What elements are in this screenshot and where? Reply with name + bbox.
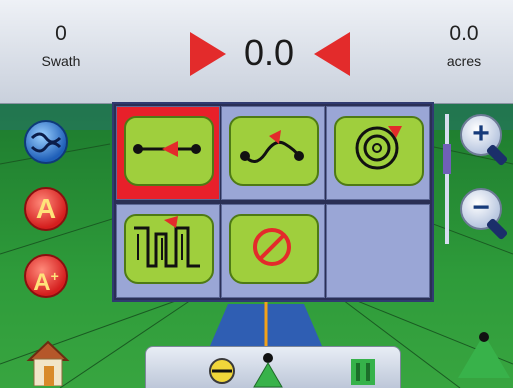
guidance-mode-circle-pivot[interactable] <box>326 106 430 200</box>
guidance-mode-last-pass[interactable] <box>116 204 220 298</box>
offline-distance-readout: 0.0 <box>190 26 350 80</box>
zoom-level-slider[interactable] <box>443 114 451 244</box>
status-bar: 0 Swath 0.0 0.0 acres <box>0 0 513 104</box>
guidance-mode-curved-ab[interactable] <box>221 106 325 200</box>
mark-a-label: A <box>35 193 57 224</box>
bottom-status-strip <box>145 346 401 388</box>
steer-right-indicator-icon <box>190 32 226 76</box>
swath-status: 0 Swath <box>26 22 96 72</box>
guidance-mode-no-guidance[interactable] <box>221 204 325 298</box>
zoom-out-button[interactable]: − <box>460 188 509 241</box>
mark-a-button[interactable]: A <box>24 187 68 231</box>
swath-toggle-icon <box>30 132 62 153</box>
area-value: 0.0 <box>449 22 479 45</box>
vehicle-position-dot <box>479 332 489 342</box>
curved-ab-icon <box>240 130 304 163</box>
guidance-screen: 0 Swath 0.0 0.0 acres A A+ + − <box>0 0 513 388</box>
area-units-label: acres <box>446 53 482 69</box>
swath-value: 0 <box>55 22 67 45</box>
a-plus-nudge-button[interactable]: A+ <box>24 254 68 298</box>
straight-ab-icon <box>133 141 201 157</box>
guidance-mode-straight-ab[interactable] <box>116 106 220 200</box>
no-guidance-icon <box>253 228 291 266</box>
home-icon <box>26 340 70 387</box>
bottom-status-icons <box>209 353 375 388</box>
zoom-level-knob[interactable] <box>443 144 451 174</box>
circle-pivot-icon <box>355 126 402 170</box>
area-status: 0.0 acres <box>424 22 504 72</box>
steer-left-indicator-icon <box>314 32 350 76</box>
last-pass-icon <box>134 216 200 268</box>
home-button[interactable] <box>25 336 71 387</box>
zoom-in-button[interactable]: + <box>460 114 509 167</box>
guidance-mode-empty-slot <box>326 204 430 298</box>
a-plus-label: A+ <box>33 268 59 296</box>
swath-label: Swath <box>41 53 81 69</box>
offline-distance-value: 0.0 <box>243 32 295 73</box>
guidance-mode-menu <box>112 102 434 302</box>
swath-toggle-button[interactable] <box>24 120 68 164</box>
